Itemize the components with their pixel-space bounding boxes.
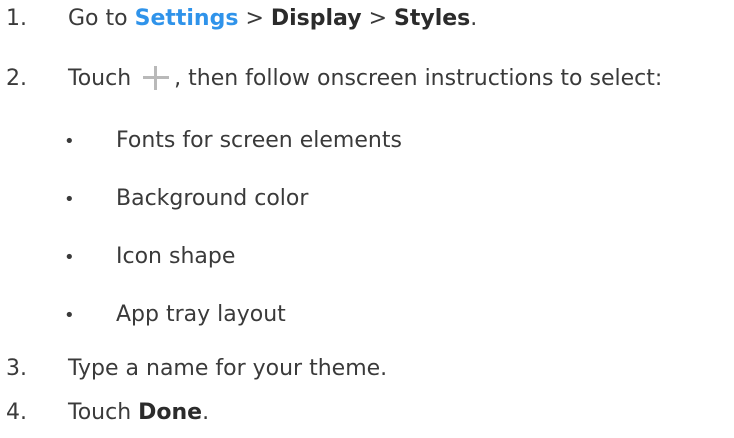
step-text: Touch Done. (68, 400, 209, 425)
list-item-label: App tray layout (116, 302, 286, 327)
breadcrumb-separator: > (361, 6, 394, 31)
step-number: 4. (6, 400, 27, 425)
bullet-icon: • (64, 131, 75, 152)
list-item: • Fonts for screen elements (62, 128, 402, 153)
done-label: Done (138, 400, 203, 425)
step-1: 1. Go to Settings > Display > Styles. (0, 6, 477, 31)
bullet-icon: • (64, 189, 75, 210)
step-text-suffix: , then follow onscreen instructions to s… (174, 66, 663, 91)
step-text: Go to Settings > Display > Styles. (68, 6, 477, 31)
step-number: 3. (6, 356, 27, 381)
step-text-prefix: Go to (68, 6, 135, 31)
step-text-suffix: . (202, 400, 210, 425)
step-text: Touch , then follow onscreen instruction… (68, 66, 662, 91)
step-2: 2. Touch , then follow onscreen instruct… (0, 66, 662, 91)
list-item-label: Background color (116, 186, 309, 211)
list-item: • Background color (62, 186, 308, 211)
step-number: 2. (6, 66, 27, 91)
breadcrumb-separator: > (238, 6, 271, 31)
step-number: 1. (6, 6, 27, 31)
styles-label: Styles (394, 6, 471, 31)
step-3: 3. Type a name for your theme. (0, 356, 387, 381)
list-item-label: Fonts for screen elements (116, 128, 402, 153)
step-text-prefix: Touch (68, 400, 139, 425)
settings-link[interactable]: Settings (135, 6, 239, 31)
step-4: 4. Touch Done. (0, 400, 209, 425)
bullet-icon: • (64, 305, 75, 326)
step-text: Type a name for your theme. (68, 356, 388, 381)
list-item-label: Icon shape (116, 244, 236, 269)
display-label: Display (270, 6, 362, 31)
step-text-suffix: . (470, 6, 478, 31)
instructions-list: 1. Go to Settings > Display > Styles. 2.… (0, 0, 734, 438)
step-text-prefix: Touch (68, 66, 139, 91)
bullet-icon: • (64, 247, 75, 268)
list-item: • App tray layout (62, 302, 286, 327)
plus-icon (141, 66, 171, 90)
list-item: • Icon shape (62, 244, 235, 269)
